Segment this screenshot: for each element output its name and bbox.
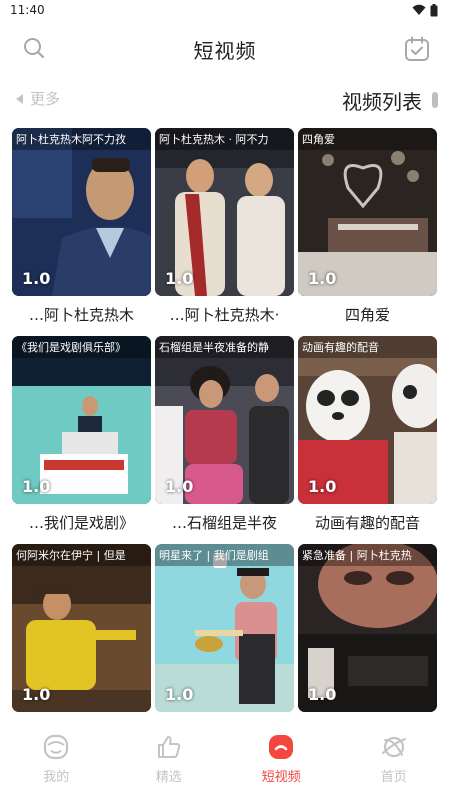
video-card[interactable]: 四角爱 1.0 四角爱 <box>298 128 437 325</box>
status-bar: 11:40 <box>0 0 450 20</box>
video-title: 四角爱 <box>344 306 390 324</box>
video-thumbnail: 明星来了 | 我们是剧组 1.0 <box>155 544 294 712</box>
short-video-icon <box>266 732 296 762</box>
search-icon <box>24 38 45 59</box>
video-score: 1.0 <box>22 685 51 704</box>
planet-icon <box>379 732 409 762</box>
video-score: 1.0 <box>308 477 337 496</box>
video-thumbnail: 四角爱 1.0 <box>298 128 437 296</box>
more-link[interactable]: 更多 <box>16 88 60 109</box>
video-score: 1.0 <box>22 269 51 288</box>
battery-icon <box>430 3 438 16</box>
video-title: 动画有趣的配音 <box>314 514 420 532</box>
video-score: 1.0 <box>22 477 51 496</box>
video-score: 1.0 <box>308 685 337 704</box>
calendar-button[interactable] <box>402 34 432 64</box>
tab-label: 精选 <box>155 770 182 785</box>
video-caption: 何阿米尔在伊宁 | 但是 <box>12 544 151 566</box>
tab-label: 首页 <box>380 770 407 785</box>
video-title: …阿卜杜克热木 <box>28 306 134 324</box>
status-time: 11:40 <box>10 3 45 17</box>
video-thumbnail: 《我们是戏剧俱乐部》 1.0 <box>12 336 151 504</box>
video-score: 1.0 <box>165 269 194 288</box>
video-caption: 明星来了 | 我们是剧组 <box>155 544 294 566</box>
tab-home[interactable]: 首页 <box>338 724 450 800</box>
video-score: 1.0 <box>165 685 194 704</box>
video-card[interactable]: 何阿米尔在伊宁 | 但是 1.0 <box>12 544 151 720</box>
video-thumbnail: 石榴组是半夜准备的静 1.0 <box>155 336 294 504</box>
video-caption: 动画有趣的配音 <box>298 336 437 358</box>
video-card[interactable]: 动画有趣的配音 1.0 动画有趣的配音 <box>298 336 437 533</box>
status-icons <box>412 3 438 17</box>
tab-short-video[interactable]: 短视频 <box>225 724 338 800</box>
video-score: 1.0 <box>165 477 194 496</box>
video-caption: 《我们是戏剧俱乐部》 <box>12 336 151 358</box>
video-card[interactable]: 《我们是戏剧俱乐部》 1.0 …我们是戏剧》 <box>12 336 151 533</box>
video-thumbnail: 阿卜杜克热木 · 阿不力 1.0 <box>155 128 294 296</box>
wifi-icon <box>412 4 426 15</box>
tab-featured[interactable]: 精选 <box>113 724 226 800</box>
video-caption: 四角爱 <box>298 128 437 150</box>
list-title: 视频列表 <box>342 90 422 114</box>
tab-label: 短视频 <box>261 770 301 785</box>
video-card[interactable]: 阿卜杜克热木阿不力孜 1.0 …阿卜杜克热木 <box>12 128 151 325</box>
video-caption: 阿卜杜克热木 · 阿不力 <box>155 128 294 150</box>
search-button[interactable] <box>20 34 48 62</box>
video-thumbnail: 紧急准备 | 阿卜杜克热 1.0 <box>298 544 437 712</box>
video-thumbnail: 动画有趣的配音 1.0 <box>298 336 437 504</box>
video-title: …我们是戏剧》 <box>28 514 134 532</box>
video-caption: 石榴组是半夜准备的静 <box>155 336 294 358</box>
video-thumbnail: 何阿米尔在伊宁 | 但是 1.0 <box>12 544 151 712</box>
video-card[interactable]: 石榴组是半夜准备的静 1.0 …石榴组是半夜 <box>155 336 294 533</box>
thumbs-up-icon <box>154 732 184 762</box>
face-icon <box>41 732 71 762</box>
video-score: 1.0 <box>308 269 337 288</box>
video-card[interactable]: 明星来了 | 我们是剧组 1.0 <box>155 544 294 720</box>
bottom-tab-bar: 我的 精选 短视频 首页 <box>0 724 450 800</box>
calendar-check-icon <box>405 36 429 61</box>
tab-mine[interactable]: 我的 <box>0 724 113 800</box>
list-header: 更多 视频列表 <box>0 84 450 116</box>
scroll-indicator <box>432 92 438 108</box>
video-title: …阿卜杜克热木· <box>169 306 280 324</box>
more-label: 更多 <box>30 90 61 108</box>
video-caption: 阿卜杜克热木阿不力孜 <box>12 128 151 150</box>
video-caption: 紧急准备 | 阿卜杜克热 <box>298 544 437 566</box>
video-thumbnail: 阿卜杜克热木阿不力孜 1.0 <box>12 128 151 296</box>
caret-left-icon <box>16 93 23 104</box>
tab-label: 我的 <box>43 770 70 785</box>
video-card[interactable]: 紧急准备 | 阿卜杜克热 1.0 <box>298 544 437 720</box>
page-title: 短视频 <box>193 38 257 63</box>
video-card[interactable]: 阿卜杜克热木 · 阿不力 1.0 …阿卜杜克热木· <box>155 128 294 325</box>
video-title: …石榴组是半夜 <box>171 514 277 532</box>
app-header: 短视频 <box>0 26 450 72</box>
